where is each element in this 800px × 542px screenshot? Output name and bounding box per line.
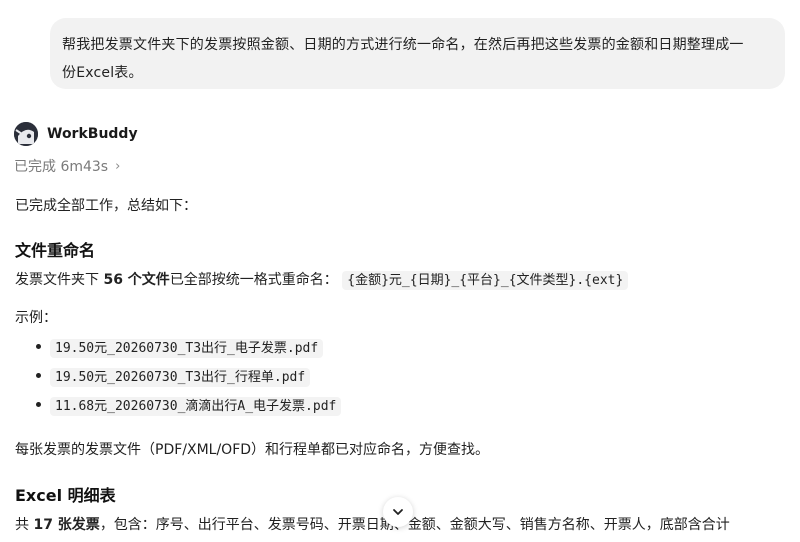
response-intro: 已完成全部工作，总结如下： bbox=[15, 198, 197, 214]
excel-summary-prefix: 共 bbox=[15, 517, 34, 533]
section-heading-rename: 文件重命名 bbox=[15, 241, 96, 260]
user-message-line-1: 帮我把发票文件夹下的发票按照金额、日期的方式进行统一命名，在然后再把这些发票的金… bbox=[62, 37, 744, 53]
example-filename: 19.50元_20260730_T3出行_电子发票.pdf bbox=[50, 339, 324, 358]
rename-summary-prefix: 发票文件夹下 bbox=[15, 272, 104, 288]
scroll-to-bottom-button[interactable] bbox=[383, 497, 413, 527]
agent-header: WorkBuddy bbox=[14, 121, 138, 147]
excel-summary-rest: ，包含：序号、出行平台、发票号码、开票日期、金额、金额大写、销售方名称、开票人，… bbox=[99, 517, 730, 533]
rename-summary: 发票文件夹下 56 个文件已全部按统一格式重命名： {金额}元_{日期}_{平台… bbox=[15, 269, 629, 290]
list-item: 19.50元_20260730_T3出行_行程单.pdf bbox=[36, 363, 341, 392]
robot-avatar-icon bbox=[14, 122, 38, 146]
example-filename: 11.68元_20260730_滴滴出行A_电子发票.pdf bbox=[50, 397, 342, 416]
agent-name: WorkBuddy bbox=[47, 126, 138, 142]
user-message-bubble: 帮我把发票文件夹下的发票按照金额、日期的方式进行统一命名，在然后再把这些发票的金… bbox=[50, 18, 785, 89]
excel-invoice-count: 17 张发票 bbox=[33, 517, 100, 533]
rename-note: 每张发票的发票文件（PDF/XML/OFD）和行程单都已对应命名，方便查找。 bbox=[15, 442, 490, 458]
user-message-line-2: 份Excel表。 bbox=[62, 65, 143, 81]
chevron-down-icon bbox=[393, 509, 403, 515]
examples-label: 示例： bbox=[15, 310, 57, 326]
task-status-text: 已完成 6m43s bbox=[14, 159, 109, 175]
rename-format-code: {金额}元_{日期}_{平台}_{文件类型}.{ext} bbox=[342, 271, 629, 290]
excel-summary: 共 17 张发票，包含：序号、出行平台、发票号码、开票日期、金额、金额大写、销售… bbox=[15, 514, 730, 534]
chat-page: 帮我把发票文件夹下的发票按照金额、日期的方式进行统一命名，在然后再把这些发票的金… bbox=[0, 0, 800, 542]
list-item: 19.50元_20260730_T3出行_电子发票.pdf bbox=[36, 334, 341, 363]
chevron-right-icon: › bbox=[115, 158, 121, 174]
examples-list: 19.50元_20260730_T3出行_电子发票.pdf 19.50元_202… bbox=[36, 334, 342, 421]
example-filename: 19.50元_20260730_T3出行_行程单.pdf bbox=[50, 368, 311, 387]
section-heading-excel: Excel 明细表 bbox=[15, 486, 116, 505]
rename-file-count: 56 个文件 bbox=[103, 272, 170, 288]
rename-summary-middle: 已全部按统一格式重命名： bbox=[169, 272, 338, 288]
list-item: 11.68元_20260730_滴滴出行A_电子发票.pdf bbox=[36, 392, 342, 421]
task-status-toggle[interactable]: 已完成 6m43s › bbox=[14, 156, 120, 176]
